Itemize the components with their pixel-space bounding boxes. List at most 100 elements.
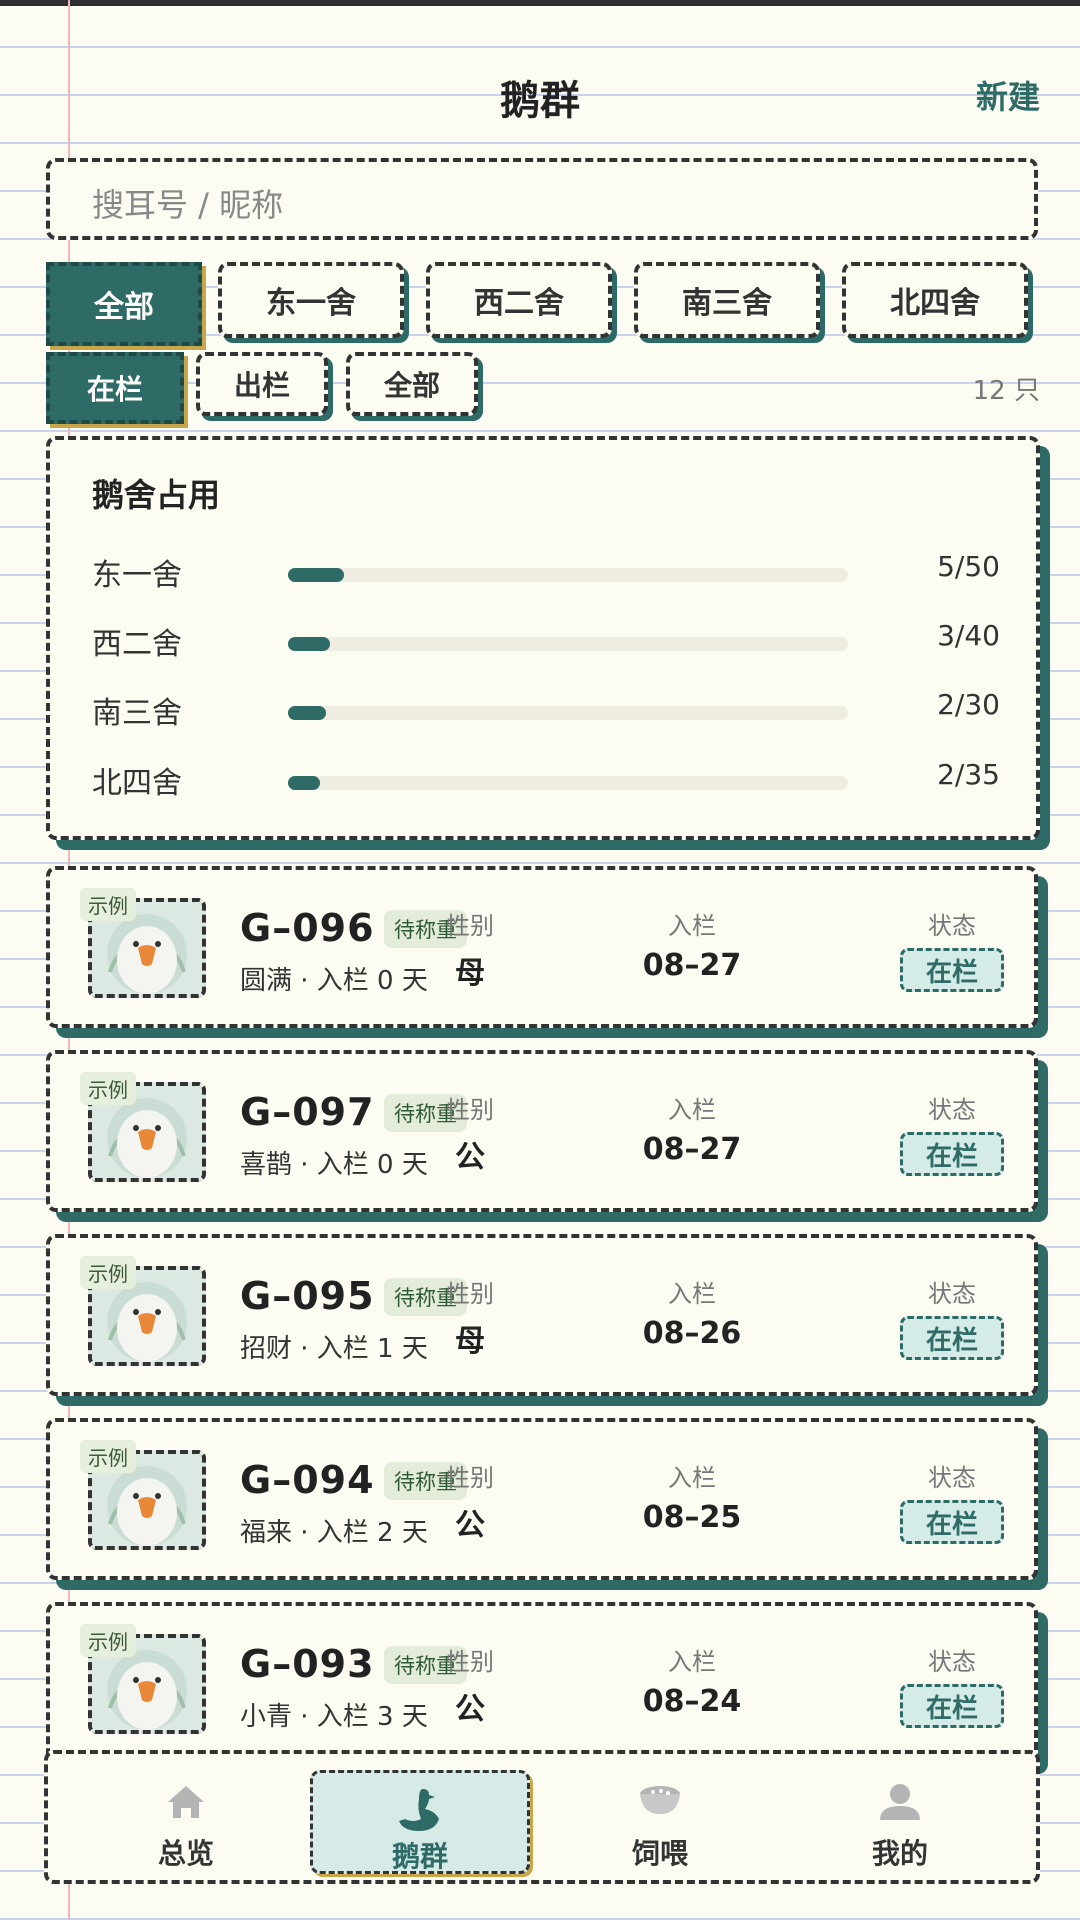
entry-date-label: 入栏 [668,1096,716,1124]
occupancy-bar-track [288,776,848,790]
goose-card[interactable]: 示例 G–097 待称重 喜鹊 · 入栏 0 天 性别 公 入栏 08–27 状… [46,1050,1038,1212]
filter-label: 西二舍 [474,286,564,321]
occupancy-bar-track [288,637,848,651]
status-label: 状态 [928,1464,976,1492]
nav-label: 鹅群 [391,1840,448,1873]
example-tag: 示例 [80,1072,136,1105]
filter-status-out[interactable]: 出栏 [196,352,328,416]
sex-label: 性别 [446,1648,494,1676]
goose-ear-tag: G–094 [240,1458,375,1502]
occupancy-card: 鹅舍占用 东一舍 5/50 西二舍 3/40 南三舍 2/30 北四舍 2/35 [46,436,1040,840]
occupancy-row: 东一舍 5/50 [92,550,1000,593]
goose-ear-tag: G–097 [240,1090,375,1134]
occupancy-row: 西二舍 3/40 [92,619,1000,662]
example-tag: 示例 [80,1624,136,1657]
occupancy-value: 5/50 [937,550,1000,583]
status-label: 状态 [928,912,976,940]
goose-ear-tag: G–093 [240,1642,375,1686]
filter-label: 北四舍 [890,286,980,321]
nav-profile[interactable]: 我的 [790,1770,1010,1874]
goose-nickname-days: 招财 · 入栏 1 天 [240,1334,428,1364]
sex-label: 性别 [446,1096,494,1124]
goose-icon [399,1789,439,1831]
filter-label: 东一舍 [266,286,356,321]
nav-overview[interactable]: 总览 [76,1770,296,1874]
page-header: 鹅群 新建 [0,60,1080,130]
status-label: 状态 [928,1648,976,1676]
entry-date-label: 入栏 [668,1280,716,1308]
filter-label: 出栏 [233,369,290,402]
home-icon [168,1786,204,1818]
status-label: 状态 [928,1096,976,1124]
occupancy-value: 2/30 [937,688,1000,721]
sex-value: 公 [455,1508,485,1543]
goose-ear-tag: G–095 [240,1274,375,1318]
occupancy-value: 3/40 [937,619,1000,652]
occupancy-house-name: 南三舍 [92,696,182,731]
sex-label: 性别 [446,1280,494,1308]
goose-ear-tag: G–096 [240,906,375,950]
filter-status-in[interactable]: 在栏 [46,352,184,424]
example-tag: 示例 [80,1440,136,1473]
status-badge: 在栏 [900,948,1004,992]
occupancy-house-name: 东一舍 [92,558,182,593]
nav-label: 我的 [871,1837,928,1870]
sex-label: 性别 [446,1464,494,1492]
occupancy-title: 鹅舍占用 [92,476,221,514]
goose-nickname-days: 小青 · 入栏 3 天 [240,1702,428,1732]
filter-label: 全部 [383,369,440,402]
sex-value: 公 [455,1692,485,1727]
entry-date-label: 入栏 [668,1648,716,1676]
occupancy-bar-fill [288,776,320,790]
top-edge-bar [0,0,1080,6]
status-badge: 在栏 [900,1132,1004,1176]
search-input[interactable]: 搜耳号 / 昵称 [46,158,1038,240]
occupancy-row: 北四舍 2/35 [92,758,1000,801]
entry-date-value: 08–27 [642,1132,742,1167]
search-placeholder: 搜耳号 / 昵称 [92,186,284,224]
page-title: 鹅群 [500,78,580,124]
goose-nickname-days: 圆满 · 入栏 0 天 [240,966,428,996]
user-icon [880,1784,920,1820]
status-badge: 在栏 [900,1316,1004,1360]
occupancy-value: 2/35 [937,758,1000,791]
goose-count: 12 只 [972,376,1040,406]
entry-date-label: 入栏 [668,1464,716,1492]
goose-card[interactable]: 示例 G–094 待称重 福来 · 入栏 2 天 性别 公 入栏 08–25 状… [46,1418,1038,1580]
nav-feeding[interactable]: 饲喂 [550,1770,770,1874]
sex-value: 母 [455,956,485,991]
status-badge: 在栏 [900,1684,1004,1728]
occupancy-bar-track [288,568,848,582]
goose-card[interactable]: 示例 G–096 待称重 圆满 · 入栏 0 天 性别 母 入栏 08–27 状… [46,866,1038,1028]
entry-date-value: 08–24 [642,1684,742,1719]
goose-card[interactable]: 示例 G–095 待称重 招财 · 入栏 1 天 性别 母 入栏 08–26 状… [46,1234,1038,1396]
new-button[interactable]: 新建 [976,72,1040,118]
bottom-nav: 总览 鹅群 饲喂 我的 [44,1750,1040,1884]
filter-house-west-2[interactable]: 西二舍 [426,262,612,338]
feed-bowl-icon [640,1786,680,1814]
occupancy-bar-fill [288,568,344,582]
example-tag: 示例 [80,1256,136,1289]
sex-value: 公 [455,1140,485,1175]
nav-label: 总览 [157,1837,214,1870]
filter-label: 在栏 [86,373,143,406]
nav-label: 饲喂 [631,1837,688,1870]
filter-label: 南三舍 [682,286,772,321]
entry-date-value: 08–26 [642,1316,742,1351]
nav-flock[interactable]: 鹅群 [310,1770,530,1874]
entry-date-label: 入栏 [668,912,716,940]
filter-house-east-1[interactable]: 东一舍 [218,262,404,338]
goose-nickname-days: 福来 · 入栏 2 天 [240,1518,428,1548]
goose-nickname-days: 喜鹊 · 入栏 0 天 [240,1150,428,1180]
goose-card[interactable]: 示例 G–093 待称重 小青 · 入栏 3 天 性别 公 入栏 08–24 状… [46,1602,1038,1764]
filter-house-south-3[interactable]: 南三舍 [634,262,820,338]
entry-date-value: 08–27 [642,948,742,983]
filter-label: 全部 [94,290,154,325]
filter-status-all[interactable]: 全部 [346,352,478,416]
example-tag: 示例 [80,888,136,921]
sex-value: 母 [455,1324,485,1359]
filter-house-all[interactable]: 全部 [46,262,202,346]
entry-date-value: 08–25 [642,1500,742,1535]
occupancy-house-name: 西二舍 [92,627,182,662]
filter-house-north-4[interactable]: 北四舍 [842,262,1028,338]
